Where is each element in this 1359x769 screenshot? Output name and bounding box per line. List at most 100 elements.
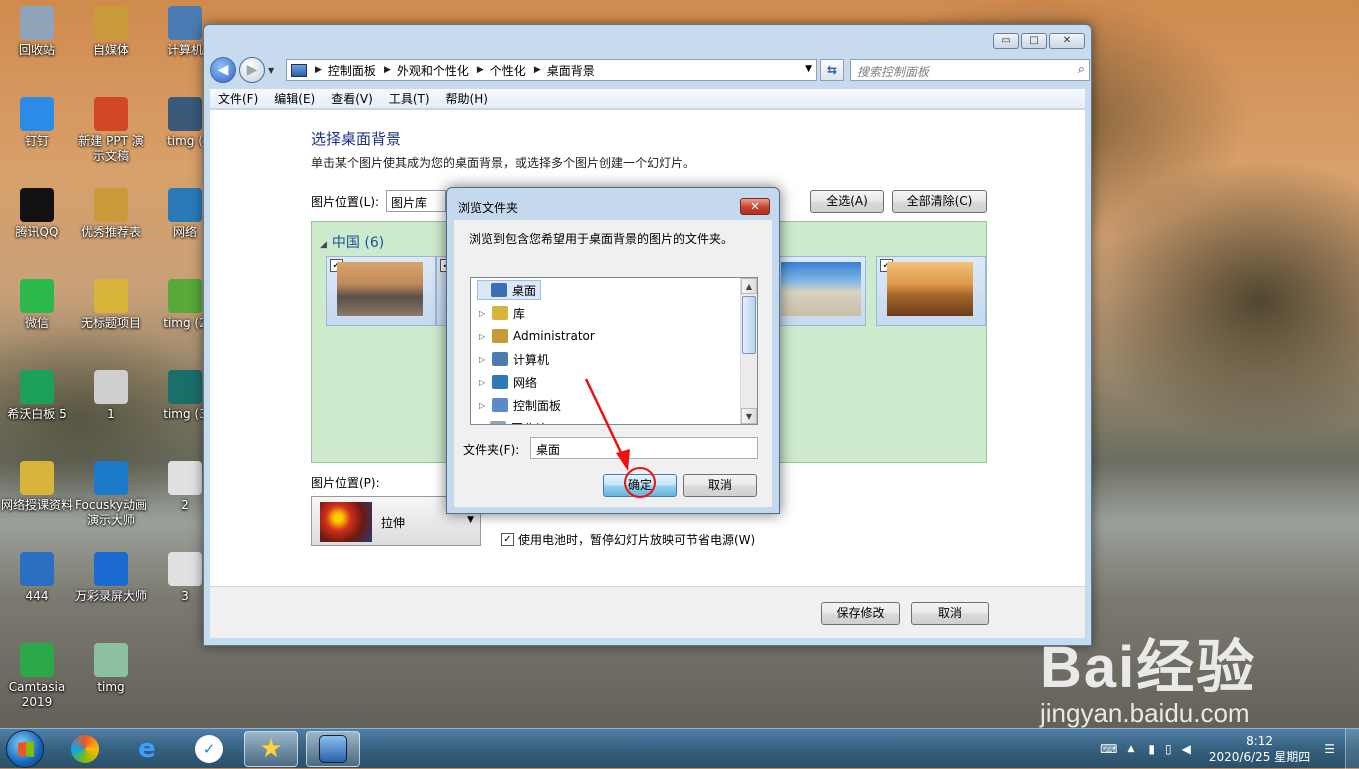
desktop-icon[interactable]: 1 bbox=[74, 370, 148, 422]
address-bar[interactable]: ▶ 控制面板 ▶ 外观和个性化 ▶ 个性化 ▶ 桌面背景 ▼ bbox=[286, 59, 817, 81]
tree-item[interactable]: ▷ 计算机 bbox=[479, 349, 549, 369]
desktop-icon[interactable]: 自媒体 bbox=[74, 6, 148, 58]
expand-arrow-icon[interactable]: ▷ bbox=[479, 355, 489, 364]
picture-position-value: 拉伸 bbox=[381, 516, 406, 530]
desktop-icon[interactable]: Camtasia 2019 bbox=[0, 643, 74, 710]
menu-file[interactable]: 文件(F) bbox=[218, 90, 258, 107]
close-button[interactable]: ✕ bbox=[1049, 33, 1085, 49]
keyboard-icon[interactable]: ⌨ bbox=[1100, 742, 1117, 756]
dialog-cancel-button[interactable]: 取消 bbox=[683, 474, 757, 497]
expand-arrow-icon[interactable]: ▷ bbox=[479, 309, 489, 318]
desktop-icon-label: 自媒体 bbox=[92, 43, 129, 57]
scroll-down-icon[interactable]: ▼ bbox=[741, 408, 757, 424]
maximize-button[interactable]: □ bbox=[1021, 33, 1047, 49]
taskbar-ie[interactable]: e bbox=[120, 731, 174, 767]
scrollbar-thumb[interactable] bbox=[742, 296, 756, 354]
desktop-icon[interactable]: 优秀推荐表 bbox=[74, 188, 148, 240]
thumbnail[interactable]: ✓ bbox=[326, 256, 436, 326]
tree-item[interactable]: ▷ 控制面板 bbox=[479, 395, 561, 415]
expand-arrow-icon[interactable]: ▷ bbox=[479, 332, 489, 341]
bridge-thumbnail bbox=[887, 262, 973, 316]
dropdown-arrow-icon[interactable]: ▼ bbox=[467, 515, 474, 525]
back-arrow-icon[interactable]: ◀ bbox=[210, 57, 236, 83]
qq-icon bbox=[20, 188, 54, 222]
baidu-watermark: Bai经验 jingyan.baidu.com bbox=[1040, 620, 1256, 729]
control-panel-icon bbox=[492, 398, 508, 412]
menu-view[interactable]: 查看(V) bbox=[331, 90, 373, 107]
menu-help[interactable]: 帮助(H) bbox=[446, 90, 488, 107]
breadcrumb-control-panel[interactable]: 控制面板 bbox=[328, 62, 376, 79]
search-icon[interactable]: ⌕ bbox=[1078, 62, 1085, 77]
taskbar-app-colorful[interactable] bbox=[58, 731, 112, 767]
select-all-button[interactable]: 全选(A) bbox=[810, 190, 884, 213]
breadcrumb-separator-icon[interactable]: ▶ bbox=[477, 65, 484, 75]
thumbnail[interactable]: ✓ bbox=[876, 256, 986, 326]
notification-icon[interactable]: ☰ bbox=[1324, 742, 1335, 756]
desktop-icon[interactable]: 微信 bbox=[0, 279, 74, 331]
tray-expand-icon[interactable]: ▲ bbox=[1128, 744, 1135, 754]
breadcrumb-personalization[interactable]: 个性化 bbox=[490, 62, 526, 79]
group-header[interactable]: ◢ 中国 (6) bbox=[320, 232, 384, 252]
vertical-scrollbar[interactable]: ▲ ▼ bbox=[740, 278, 757, 424]
flower-thumbnail bbox=[320, 502, 372, 542]
breadcrumb-separator-icon[interactable]: ▶ bbox=[534, 65, 541, 75]
address-dropdown-icon[interactable]: ▼ bbox=[805, 64, 812, 74]
tree-item[interactable]: ▷ 库 bbox=[479, 303, 525, 323]
desktop-icon[interactable]: Focusky动画演示大师 bbox=[74, 461, 148, 528]
folder-label: 文件夹(F): bbox=[463, 443, 520, 457]
save-changes-button[interactable]: 保存修改 bbox=[821, 602, 900, 625]
clear-all-button[interactable]: 全部清除(C) bbox=[892, 190, 987, 213]
dialog-close-button[interactable]: ✕ bbox=[740, 198, 770, 215]
folder-input[interactable]: 桌面 bbox=[530, 437, 758, 459]
desktop-icon[interactable]: 网络授课资料 bbox=[0, 461, 74, 513]
desktop-icon-label: timg bbox=[97, 680, 125, 694]
desktop-icon[interactable]: 无标题项目 bbox=[74, 279, 148, 331]
breadcrumb-desktop-background[interactable]: 桌面背景 bbox=[547, 62, 595, 79]
taskbar-control-panel[interactable] bbox=[306, 731, 360, 767]
desktop-icon[interactable]: 万彩录屏大师 bbox=[74, 552, 148, 604]
collapse-icon[interactable]: ◢ bbox=[320, 240, 327, 250]
network-icon bbox=[168, 188, 202, 222]
cancel-button[interactable]: 取消 bbox=[911, 602, 989, 625]
search-input[interactable]: 搜索控制面板 ⌕ bbox=[850, 59, 1090, 81]
expand-arrow-icon[interactable]: ▷ bbox=[479, 401, 489, 410]
wechat-icon bbox=[20, 279, 54, 313]
taskbar-app-star[interactable]: ★ bbox=[244, 731, 298, 767]
forward-arrow-icon[interactable]: ▶ bbox=[239, 57, 265, 83]
battery-option[interactable]: ✓ 使用电池时，暂停幻灯片放映可节省电源(W) bbox=[501, 531, 755, 548]
breadcrumb-separator-icon[interactable]: ▶ bbox=[384, 65, 391, 75]
battery-checkbox[interactable]: ✓ bbox=[501, 533, 514, 546]
clock[interactable]: 8:12 2020/6/25 星期四 bbox=[1209, 733, 1310, 765]
taskbar-app-v[interactable]: ✓ bbox=[182, 731, 236, 767]
refresh-button[interactable]: ⇆ bbox=[820, 59, 844, 81]
recent-pages-dropdown-icon[interactable]: ▼ bbox=[268, 66, 276, 75]
desktop-icon[interactable]: 希沃白板 5 bbox=[0, 370, 74, 422]
menu-edit[interactable]: 编辑(E) bbox=[274, 90, 315, 107]
picture-location-select[interactable]: 图片库 bbox=[386, 190, 446, 212]
desktop-icon[interactable]: 新建 PPT 演示文稿 bbox=[74, 97, 148, 164]
tree-item[interactable]: 桌面 bbox=[477, 280, 542, 300]
menu-tools[interactable]: 工具(T) bbox=[389, 90, 430, 107]
desktop-icon[interactable]: timg bbox=[74, 643, 148, 695]
desktop-icon[interactable]: 444 bbox=[0, 552, 74, 604]
start-button[interactable] bbox=[6, 730, 44, 768]
volume-icon[interactable]: ◀ bbox=[1182, 742, 1191, 756]
desktop-icon[interactable]: 腾讯QQ bbox=[0, 188, 74, 240]
desktop-icon[interactable]: 回收站 bbox=[0, 6, 74, 58]
picture-position-label: 图片位置(P): bbox=[311, 476, 380, 490]
tree-item[interactable]: ▷ 网络 bbox=[479, 372, 537, 392]
group-label: 中国 (6) bbox=[331, 235, 385, 251]
signal-icon[interactable]: ▮ bbox=[1148, 742, 1155, 756]
battery-icon[interactable]: ▯ bbox=[1165, 742, 1172, 756]
expand-arrow-icon[interactable]: ▷ bbox=[479, 378, 489, 387]
tree-item[interactable]: 回收站 bbox=[477, 418, 547, 424]
tree-item[interactable]: ▷ Administrator bbox=[479, 326, 595, 346]
show-desktop-button[interactable] bbox=[1345, 729, 1359, 769]
minimize-button[interactable]: ▭ bbox=[993, 33, 1019, 49]
folder-icon bbox=[94, 188, 128, 222]
breadcrumb-appearance[interactable]: 外观和个性化 bbox=[397, 62, 469, 79]
image-file-icon bbox=[168, 461, 202, 495]
thumbnail[interactable] bbox=[778, 256, 866, 326]
desktop-icon[interactable]: 钉钉 bbox=[0, 97, 74, 149]
scroll-up-icon[interactable]: ▲ bbox=[741, 278, 757, 294]
